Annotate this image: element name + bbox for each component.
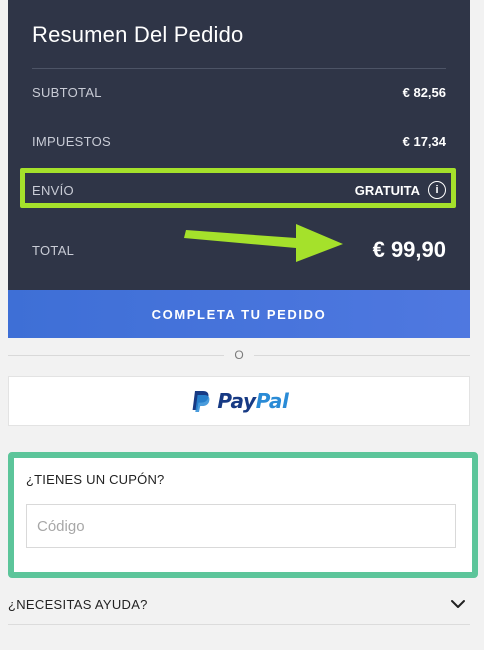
separator-text: O: [234, 348, 244, 362]
paypal-word-pal: Pal: [255, 389, 289, 413]
total-label: TOTAL: [32, 242, 75, 258]
shipping-highlight-box: [20, 168, 456, 208]
checkout-page: Resumen Del Pedido SUBTOTAL € 82,56 IMPU…: [0, 0, 484, 650]
subtotal-label: SUBTOTAL: [32, 84, 102, 100]
summary-divider: [32, 68, 446, 69]
total-row: TOTAL € 99,90: [32, 230, 446, 270]
total-value: € 99,90: [372, 237, 446, 262]
paypal-button[interactable]: PayPal: [8, 376, 470, 426]
paypal-word-pay: Pay: [217, 389, 256, 413]
or-separator: O: [8, 346, 470, 364]
separator-line-right: [253, 354, 470, 356]
summary-title: Resumen Del Pedido: [32, 22, 244, 47]
coupon-title: ¿TIENES UN CUPÓN?: [26, 472, 165, 487]
help-label: ¿NECESITAS AYUDA?: [8, 596, 148, 612]
subtotal-value: € 82,56: [402, 84, 446, 100]
help-accordion[interactable]: ¿NECESITAS AYUDA?: [8, 584, 470, 625]
subtotal-row: SUBTOTAL € 82,56: [32, 72, 446, 112]
taxes-row: IMPUESTOS € 17,34: [32, 121, 446, 161]
separator-line-left: [8, 354, 225, 356]
order-summary-panel: Resumen Del Pedido SUBTOTAL € 82,56 IMPU…: [8, 0, 470, 290]
chevron-down-icon: [451, 600, 465, 608]
taxes-label: IMPUESTOS: [32, 133, 112, 149]
coupon-section: ¿TIENES UN CUPÓN?: [8, 452, 478, 578]
paypal-logo-icon: [192, 391, 210, 412]
coupon-code-input[interactable]: [26, 504, 456, 548]
complete-order-button[interactable]: COMPLETA TU PEDIDO: [8, 290, 470, 338]
taxes-value: € 17,34: [402, 133, 446, 149]
paypal-wordmark: PayPal: [217, 389, 289, 413]
